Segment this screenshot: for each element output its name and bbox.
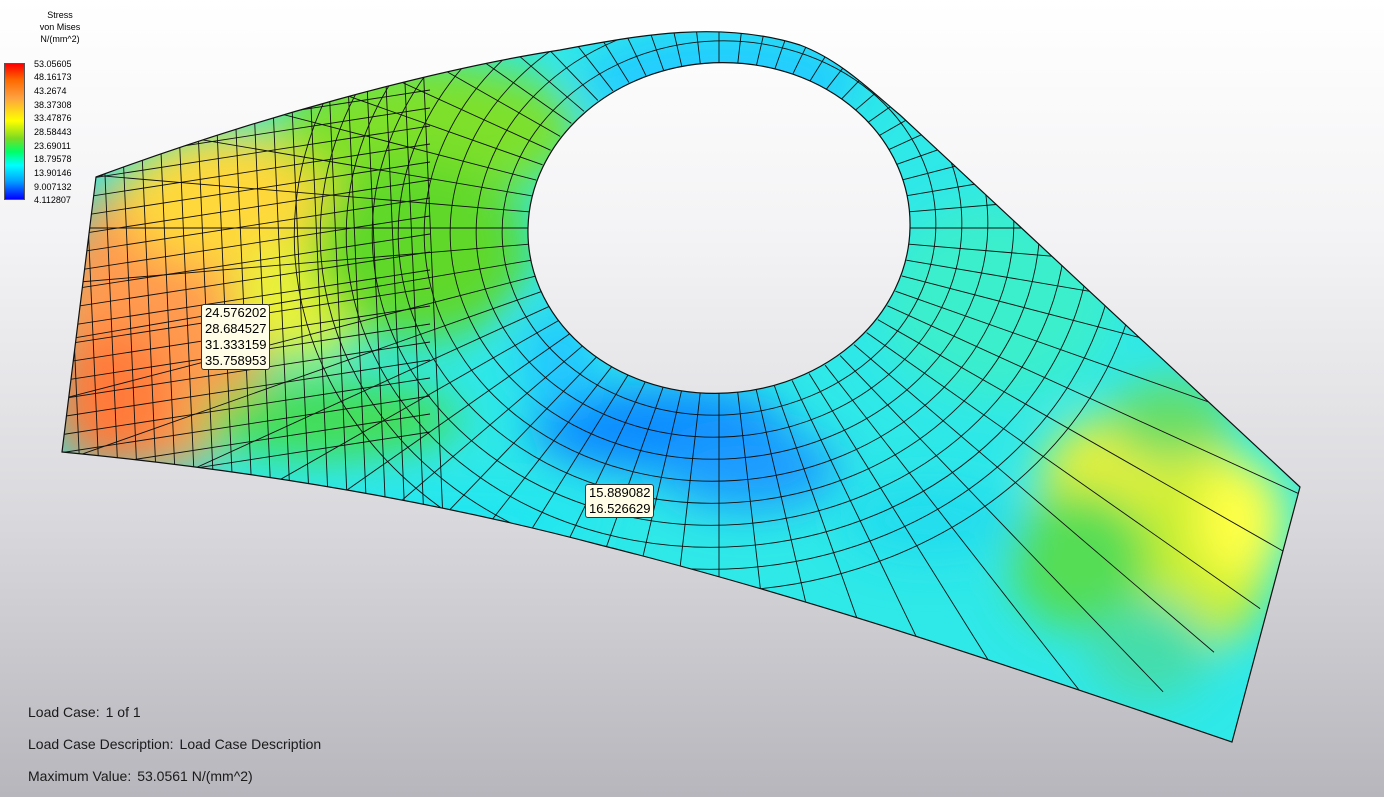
maximum-value-label: Maximum Value: [28,768,132,784]
probe-value: 31.333159 [205,337,267,352]
legend-value: 53.05605 [34,59,72,69]
load-case-info: Load Case: 1 of 1 [28,704,141,720]
probe-value: 24.576202 [205,305,267,320]
mesh-spoke [824,31,1109,92]
stress-blob [840,480,1020,560]
stress-blob [1090,600,1210,700]
load-case-label: Load Case: [28,704,100,720]
legend-color-bar [4,63,25,200]
analysis-viewport[interactable] [0,0,1384,797]
probe-label[interactable]: 15.889082 16.526629 [585,484,655,518]
mesh-spoke [866,31,1261,124]
mesh-spoke [901,53,1300,181]
maximum-value: 53.0561 N/(mm^2) [137,768,253,784]
legend-value: 9.007132 [34,182,72,192]
probe-label[interactable]: 24.576202 28.684527 31.333159 35.758953 [201,304,271,370]
legend-value: 33.47876 [34,113,72,123]
stress-legend: Stress von Mises N/(mm^2) 53.05605 48.16… [4,8,92,208]
maximum-value-info: Maximum Value: 53.0561 N/(mm^2) [28,768,253,784]
load-case-value: 1 of 1 [105,704,141,720]
legend-title-line: N/(mm^2) [40,34,80,44]
probe-value: 16.526629 [589,501,651,516]
load-case-description-value: Load Case Description [179,736,322,752]
mesh-spoke [853,31,1215,112]
legend-title-line: Stress [47,10,73,20]
legend-value: 4.112807 [34,195,71,205]
probe-value: 35.758953 [205,353,267,368]
legend-value: 23.69011 [34,141,71,151]
legend-value: 13.90146 [34,168,72,178]
legend-value: 28.58443 [34,127,72,137]
legend-title-line: von Mises [39,22,81,32]
load-case-description-label: Load Case Description: [28,736,174,752]
load-case-description-info: Load Case Description: Load Case Descript… [28,736,321,752]
mesh-spoke [906,110,1300,197]
stress-blob [310,160,530,340]
legend-value: 43.2674 [34,86,67,96]
stress-mesh-plot[interactable] [0,0,1384,797]
mesh-spoke [895,31,1300,166]
mesh-spoke [887,31,1300,151]
stress-blob [1195,460,1285,580]
probe-value: 15.889082 [589,485,651,500]
probe-value: 28.684527 [205,321,267,336]
legend-value: 18.79578 [34,154,72,164]
mesh-spoke [877,31,1300,137]
mesh-spoke [839,31,1164,101]
stress-blob [580,31,860,130]
legend-value: 38.37308 [34,100,72,110]
stress-blob [330,485,610,555]
legend-value: 48.16173 [34,72,72,82]
stress-blob [1110,380,1230,460]
